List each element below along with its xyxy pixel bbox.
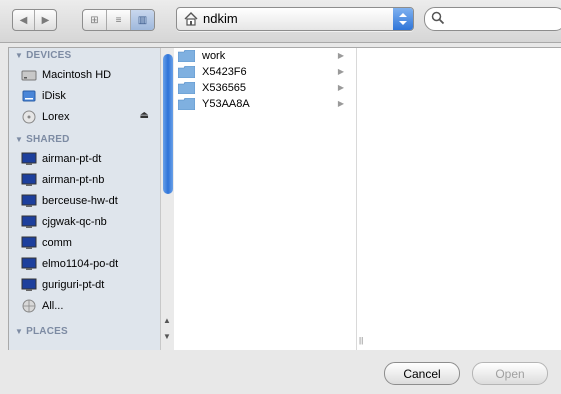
icon-view-button[interactable]: ⊞ [83,10,107,30]
list-view-button[interactable]: ≡ [107,10,131,30]
path-label: ndkim [203,11,238,26]
sidebar-item-macintosh-hd[interactable]: Macintosh HD [9,64,175,85]
column-resize-handle[interactable]: || [359,336,363,345]
updown-arrows-icon [399,13,407,25]
folder-row-x5423f6[interactable]: X5423F6 ▶ [174,64,356,80]
open-button[interactable]: Open [472,362,548,385]
sidebar-section-places[interactable]: ▼ PLACES [9,324,175,340]
browser-column-2 [357,48,561,350]
disclosure-arrow-icon: ▶ [337,83,344,92]
sidebar-item-cjgwak-qc-nb[interactable]: cjgwak-qc-nb [9,211,175,232]
disclosure-triangle-icon: ▼ [15,327,24,336]
computer-icon [21,257,37,270]
icon-view-icon: ⊞ [90,14,99,26]
sidebar-scrollbar[interactable]: ▲ ▼ [160,48,175,350]
sidebar-item-airman-pt-dt[interactable]: airman-pt-dt [9,148,175,169]
disclosure-triangle-icon: ▼ [15,135,24,144]
network-globe-icon [22,299,36,312]
sidebar-item-airman-pt-nb[interactable]: airman-pt-nb [9,169,175,190]
sidebar-item-berceuse-hw-dt[interactable]: berceuse-hw-dt [9,190,175,211]
folder-icon [178,66,195,78]
path-popup-arrows[interactable] [393,8,413,30]
back-button[interactable]: ◀ [13,10,35,30]
dialog-button-bar: Cancel Open [0,350,561,394]
eject-icon[interactable]: ⏏ [140,110,149,121]
back-arrow-icon: ◀ [19,14,28,26]
forward-button[interactable]: ▶ [35,10,56,30]
disc-icon [22,110,36,123]
folder-icon [178,50,195,62]
sidebar-item-lorex[interactable]: Lorex ⏏ [9,106,175,127]
view-mode-control: ⊞ ≡ ▥ [82,9,155,31]
list-view-icon: ≡ [115,14,122,26]
search-input[interactable] [449,11,553,28]
computer-icon [21,236,37,249]
path-popup[interactable]: ndkim [176,7,414,31]
computer-icon [21,194,37,207]
computer-icon [21,278,37,291]
sidebar-item-elmo1104-po-dt[interactable]: elmo1104-po-dt [9,253,175,274]
sidebar-item-idisk[interactable]: iDisk [9,85,175,106]
column-view-icon: ▥ [137,14,148,26]
search-icon [431,11,445,25]
scroll-up-icon[interactable]: ▲ [163,316,171,325]
browser-column-1: work ▶ X5423F6 ▶ X536565 ▶ Y53AA8A ▶ [174,48,357,350]
sidebar: ▼ DEVICES Macintosh HD iDisk Lorex ⏏ ▼ SHA… [8,47,176,351]
toolbar: ◀ ▶ ⊞ ≡ ▥ ndkim [0,0,561,43]
disclosure-triangle-icon: ▼ [15,51,24,60]
computer-icon [21,173,37,186]
sidebar-scroll-thumb[interactable] [163,54,173,194]
idisk-icon [22,90,36,101]
folder-icon [178,82,195,94]
sidebar-item-all[interactable]: All... [9,295,175,316]
folder-row-x536565[interactable]: X536565 ▶ [174,80,356,96]
disclosure-arrow-icon: ▶ [337,67,344,76]
back-forward-control: ◀ ▶ [12,9,57,31]
scroll-down-icon[interactable]: ▼ [163,332,171,341]
sidebar-item-guriguri-pt-dt[interactable]: guriguri-pt-dt [9,274,175,295]
column-view-button[interactable]: ▥ [131,10,154,30]
computer-icon [21,152,37,165]
search-field[interactable] [424,7,561,31]
folder-icon [178,98,195,110]
sidebar-section-shared[interactable]: ▼ SHARED [9,132,175,148]
harddisk-icon [21,70,37,80]
folder-row-y53aa8a[interactable]: Y53AA8A ▶ [174,96,356,112]
cancel-button[interactable]: Cancel [384,362,460,385]
disclosure-arrow-icon: ▶ [337,51,344,60]
home-icon [184,12,198,26]
forward-arrow-icon: ▶ [41,14,50,26]
column-browser: work ▶ X5423F6 ▶ X536565 ▶ Y53AA8A ▶ || [174,47,561,351]
folder-row-work[interactable]: work ▶ [174,48,356,64]
sidebar-item-comm[interactable]: comm [9,232,175,253]
sidebar-section-devices[interactable]: ▼ DEVICES [9,48,175,64]
computer-icon [21,215,37,228]
disclosure-arrow-icon: ▶ [337,99,344,108]
